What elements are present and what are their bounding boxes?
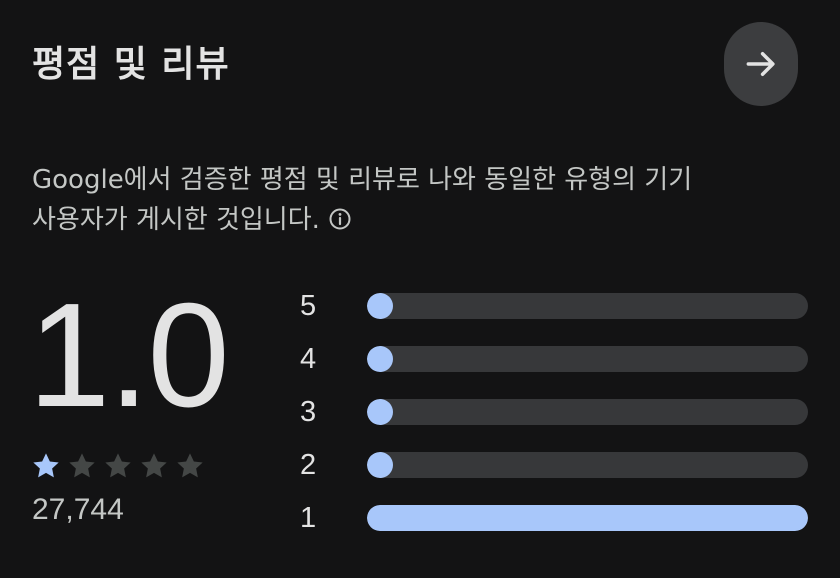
histogram-row-5: 5 <box>300 286 810 326</box>
histogram-track <box>367 346 808 372</box>
average-rating-score: 1.0 <box>28 273 230 438</box>
histogram-label: 2 <box>300 449 317 481</box>
section-title: 평점 및 리뷰 <box>32 44 230 85</box>
histogram-row-4: 4 <box>300 339 810 379</box>
star-rating <box>30 450 206 482</box>
histogram-label: 5 <box>300 290 317 322</box>
review-count: 27,744 <box>32 493 124 526</box>
histogram-row-1: 1 <box>300 498 810 538</box>
arrow-right-icon <box>746 51 775 77</box>
histogram-label: 1 <box>300 502 317 534</box>
histogram-fill <box>367 346 393 372</box>
histogram-fill <box>367 505 808 531</box>
histogram-track <box>367 505 808 531</box>
histogram-track <box>367 452 808 478</box>
star-filled-icon <box>33 453 59 478</box>
description-line-1: Google에서 검증한 평점 및 리뷰로 나와 동일한 유형의 기기 <box>32 165 693 195</box>
star-empty-icon <box>105 453 131 478</box>
histogram-fill <box>367 293 393 319</box>
star-empty-icon <box>177 453 203 478</box>
star-empty-icon <box>69 453 95 478</box>
histogram-label: 3 <box>300 396 317 428</box>
rating-description: Google에서 검증한 평점 및 리뷰로 나와 동일한 유형의 기기 사용자가… <box>32 160 822 243</box>
histogram-row-3: 3 <box>300 392 810 432</box>
histogram-row-2: 2 <box>300 445 810 485</box>
star-empty-icon <box>141 453 167 478</box>
histogram-label: 4 <box>300 343 317 375</box>
histogram-fill <box>367 399 393 425</box>
histogram-fill <box>367 452 393 478</box>
see-all-reviews-button[interactable] <box>724 22 798 106</box>
description-line-2: 사용자가 게시한 것입니다. <box>32 205 320 235</box>
histogram-track <box>367 399 808 425</box>
histogram-track <box>367 293 808 319</box>
info-icon[interactable] <box>328 203 352 243</box>
